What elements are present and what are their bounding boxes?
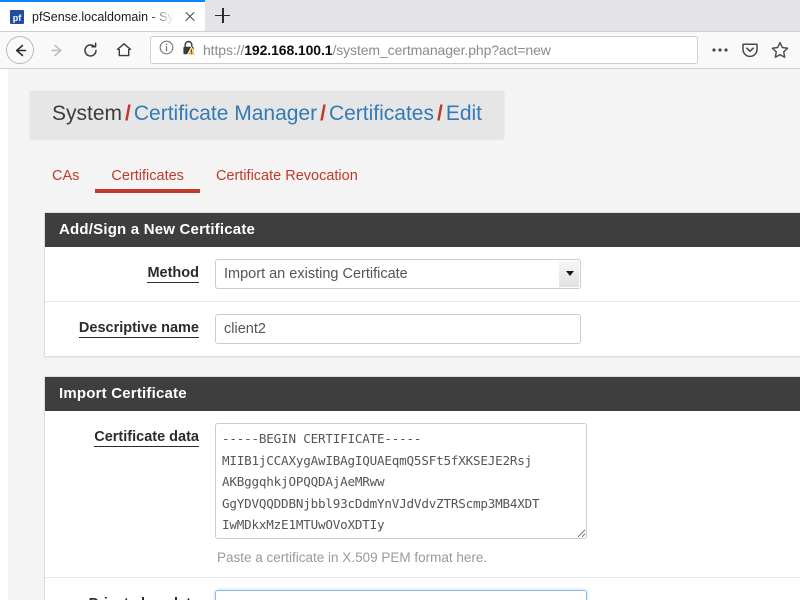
label-certificate-data: Certificate data [94,429,199,447]
descriptive-name-input[interactable] [215,314,581,344]
address-bar[interactable]: https://192.168.100.1/system_certmanager… [150,36,698,64]
toolbar-actions [706,36,794,64]
panel-body: Certificate data -----BEGIN CERTIFICATE-… [45,411,800,600]
reload-icon[interactable] [74,35,106,65]
field-descriptive-name [215,314,800,344]
form-row-certificate-data: Certificate data -----BEGIN CERTIFICATE-… [45,411,800,578]
insecure-lock-warning-icon[interactable] [181,40,197,61]
panel-import-certificate: Import Certificate Certificate data ----… [44,376,800,600]
breadcrumb-link-edit[interactable]: Edit [446,102,482,125]
breadcrumb-container: System / Certificate Manager / Certificates /… [8,91,800,138]
private-key-data-textarea[interactable]: -----BEGIN PRIVATE KEY----- MIGHAgEAMBMG… [215,590,587,600]
address-bar-url: https://192.168.100.1/system_certmanager… [203,42,551,58]
field-method: Import an existing Certificate [215,259,800,289]
browser-tab[interactable]: pf pfSense.localdomain - Sy [0,0,205,31]
tab-certificate-revocation[interactable]: Certificate Revocation [200,164,374,193]
help-text-certificate-data: Paste a certificate in X.509 PEM format … [217,550,488,565]
breadcrumb-link-certificate-manager[interactable]: Certificate Manager [134,102,317,125]
breadcrumb-separator: / [436,102,443,125]
field-certificate-data: -----BEGIN CERTIFICATE----- MIIB1jCCAXyg… [215,423,800,565]
close-icon[interactable] [181,8,199,26]
form-row-private-key-data: Private key data -----BEGIN PRIVATE KEY-… [45,578,800,600]
home-icon[interactable] [108,35,140,65]
browser-tab-title: pfSense.localdomain - Sy [32,9,174,24]
panel-add-sign-certificate: Add/Sign a New Certificate Method Import… [44,212,800,357]
tab-strip: pf pfSense.localdomain - Sy [0,0,800,32]
pocket-save-icon[interactable] [736,36,764,64]
breadcrumb-root: System [52,102,123,125]
navigation-toolbar: https://192.168.100.1/system_certmanager… [0,32,800,69]
field-private-key-data: -----BEGIN PRIVATE KEY----- MIGHAgEAMBMG… [215,590,800,600]
browser-window: pf pfSense.localdomain - Sy https://192.… [0,0,800,600]
breadcrumb: System / Certificate Manager / Certificates /… [30,91,505,138]
panel-heading: Add/Sign a New Certificate [45,213,800,247]
panel-body: Method Import an existing Certificate De [45,247,800,356]
label-method: Method [147,265,199,283]
page-info-icon[interactable] [159,40,174,60]
label-private-key-data: Private key data [45,590,215,600]
certificate-data-textarea[interactable]: -----BEGIN CERTIFICATE----- MIIB1jCCAXyg… [215,423,587,539]
tab-cas[interactable]: CAs [52,164,95,193]
pfsense-page: System / Certificate Manager / Certificates /… [8,69,800,600]
nav-tabs: CAs Certificates Certificate Revocation [52,164,800,193]
form-row-descriptive-name: Descriptive name [45,302,800,356]
form-row-method: Method Import an existing Certificate [45,247,800,302]
star-bookmark-icon[interactable] [766,36,794,64]
breadcrumb-separator: / [320,102,326,125]
plus-icon[interactable] [205,0,241,31]
method-select[interactable]: Import an existing Certificate [215,259,581,289]
tab-certificates[interactable]: Certificates [95,164,200,193]
label-descriptive-name: Descriptive name [78,320,199,338]
breadcrumb-separator: / [125,102,131,125]
page-viewport: System / Certificate Manager / Certificates /… [0,69,800,600]
pfsense-favicon: pf [9,8,25,25]
panel-heading: Import Certificate [45,377,800,411]
back-arrow-icon[interactable] [6,36,34,64]
method-select-wrap: Import an existing Certificate [215,259,581,289]
ellipsis-menu-icon[interactable] [706,36,734,64]
breadcrumb-link-certificates[interactable]: Certificates [329,102,434,125]
forward-arrow-icon [40,35,72,65]
